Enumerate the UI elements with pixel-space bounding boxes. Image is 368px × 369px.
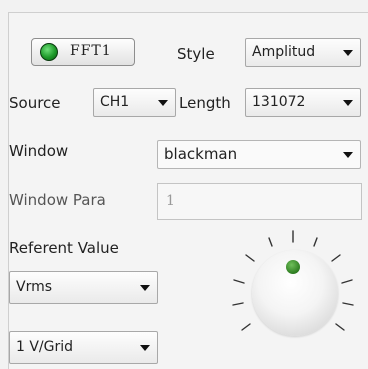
length-select-value: 131072 [252, 94, 306, 110]
scale-knob[interactable] [228, 226, 358, 356]
status-led-icon [40, 43, 58, 61]
referent-unit-select[interactable]: Vrms [9, 271, 158, 304]
referent-unit-value: Vrms [16, 279, 53, 295]
source-label: Source [9, 94, 61, 112]
length-select[interactable]: 131072 [245, 88, 361, 117]
chevron-down-icon [140, 345, 150, 351]
scale-select[interactable]: 1 V/Grid [9, 331, 158, 364]
referent-value-label: Referent Value [9, 239, 119, 257]
window-label: Window [9, 142, 69, 160]
fft-button-label: FFT1 [70, 43, 112, 59]
chevron-down-icon [343, 50, 353, 56]
chevron-down-icon [140, 285, 150, 291]
source-select[interactable]: CH1 [93, 88, 176, 117]
style-select-value: Amplitud [252, 44, 316, 60]
scale-select-value: 1 V/Grid [16, 339, 74, 355]
chevron-down-icon [343, 100, 353, 106]
source-select-value: CH1 [100, 94, 130, 110]
window-para-label: Window Para [9, 191, 106, 209]
chevron-down-icon [343, 152, 353, 158]
window-select[interactable]: blackman [157, 140, 361, 169]
window-select-value: blackman [164, 145, 238, 163]
style-label: Style [177, 45, 215, 63]
knob-indicator-icon [286, 260, 300, 274]
knob-dial[interactable] [252, 250, 338, 336]
window-para-input[interactable]: 1 [157, 183, 362, 220]
style-select[interactable]: Amplitud [245, 38, 361, 67]
fft-toggle-button[interactable]: FFT1 [31, 38, 135, 66]
length-label: Length [179, 94, 231, 112]
chevron-down-icon [158, 100, 168, 106]
